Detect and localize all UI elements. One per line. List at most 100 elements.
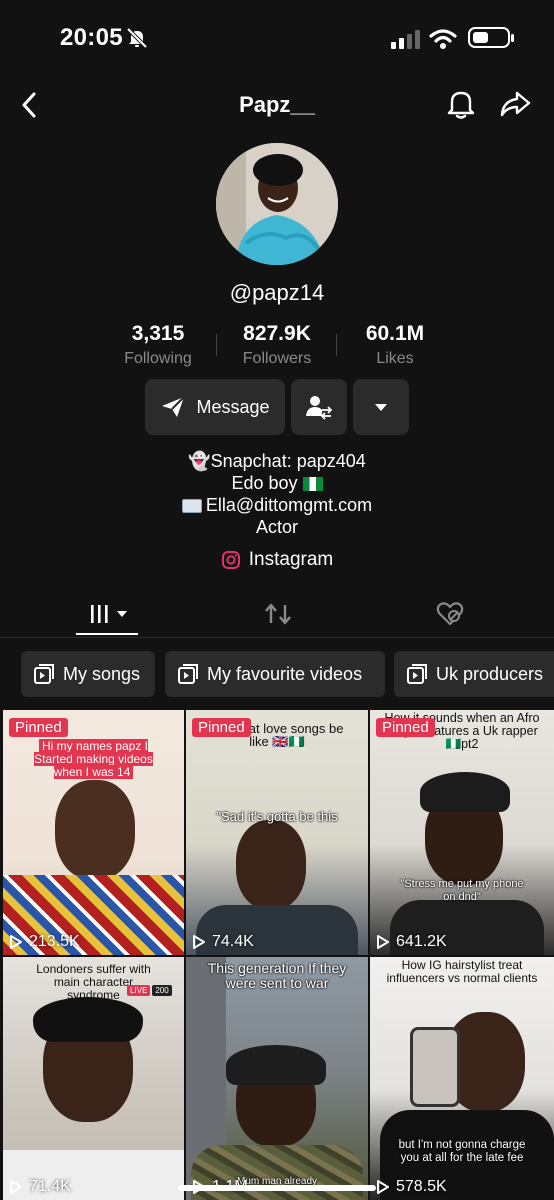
caption-text: Hi my names papz I Started making videos… [34, 739, 153, 779]
likes-label: Likes [376, 350, 414, 367]
hidden-heart-icon [436, 602, 464, 626]
video-subtitle: "Sad it's gotta be this [216, 809, 338, 824]
pinned-badge: Pinned [192, 718, 251, 737]
video-thumbnail[interactable]: This generation If they were sent to war… [186, 957, 368, 1200]
viewer-count-badge: 200 [152, 985, 172, 996]
wifi-icon [429, 29, 457, 49]
video-caption: This generation If they were sent to war [207, 960, 347, 991]
nigeria-flag-icon [302, 477, 323, 492]
view-count: 641.2K [376, 933, 447, 951]
live-badges: LIVE 200 [127, 985, 172, 996]
repost-icon [265, 603, 291, 625]
thumbnail-cap [420, 772, 510, 812]
bio-line-email: Ella@dittomgmt.com [205, 495, 373, 515]
profile-stats: 3,315 Following 827.9K Followers 60.1M L… [0, 322, 554, 372]
video-caption: Hi my names papz I Started making videos… [3, 739, 184, 779]
more-dropdown-button[interactable] [353, 379, 409, 435]
share-icon[interactable] [498, 88, 532, 120]
view-count-text: 641.2K [396, 933, 447, 950]
tab-videos[interactable] [86, 596, 132, 632]
video-thumbnail[interactable]: Afrobeat love songs be like 🇬🇧🇳🇬 "Sad it… [186, 710, 368, 955]
notification-bell-icon[interactable] [446, 88, 476, 120]
message-button[interactable]: Message [145, 379, 285, 435]
view-count: 74.4K [192, 933, 254, 951]
bio-line-snapchat: 👻Snapchat: papz404 [188, 451, 366, 471]
playlist-row: My songs My favourite videos Uk producer… [0, 651, 554, 699]
video-thumbnail[interactable]: How it sounds when an Afro singer featur… [370, 710, 554, 955]
play-icon [377, 1180, 389, 1194]
view-count-text: 74.4K [212, 933, 254, 950]
battery-icon [468, 27, 514, 48]
silent-mode-icon [126, 27, 148, 49]
follow-status-button[interactable] [291, 379, 347, 435]
following-count: 3,315 [131, 322, 185, 345]
cellular-signal-icon [391, 30, 420, 49]
thumbnail-durag [226, 1045, 326, 1085]
caret-down-icon [375, 404, 387, 411]
play-icon [193, 935, 205, 949]
stat-following[interactable]: 3,315 Following [103, 322, 213, 368]
instagram-link[interactable]: Instagram [0, 549, 554, 571]
email-icon [181, 499, 202, 514]
view-count-text: 213.5K [29, 933, 80, 950]
bio-line-role: Actor [255, 517, 298, 537]
followers-label: Followers [242, 350, 312, 367]
playlist-label: My favourite videos [207, 663, 363, 684]
pinned-badge: Pinned [376, 718, 435, 737]
active-tab-indicator [76, 633, 138, 635]
message-button-label: Message [196, 396, 270, 417]
playlist-uk-producers[interactable]: Uk producers [394, 651, 554, 697]
profile-screen: 20:05 Papz__ @papz14 3,315 Following 827… [0, 0, 554, 1200]
instagram-icon [221, 551, 240, 569]
thumbnail-person [55, 780, 135, 880]
video-caption: Londoners suffer with main character syn… [36, 962, 151, 1002]
video-thumbnail[interactable]: How IG hairstylist treat influencers vs … [370, 957, 554, 1200]
video-thumbnail[interactable]: Hi my names papz I Started making videos… [3, 710, 184, 955]
playlist-label: Uk producers [436, 663, 544, 684]
stat-likes[interactable]: 60.1M Likes [340, 322, 450, 368]
following-label: Following [124, 350, 192, 367]
thumbnail-phone [410, 1027, 460, 1107]
content-tabs [0, 588, 554, 638]
playlist-favourite-videos[interactable]: My favourite videos [165, 651, 385, 697]
status-bar: 20:05 [0, 0, 554, 80]
view-count: 71.4K [9, 1178, 71, 1196]
thumbnail-person [236, 820, 306, 910]
stat-followers[interactable]: 827.9K Followers [222, 322, 332, 368]
instagram-link-label: Instagram [248, 549, 334, 570]
video-thumbnail[interactable]: Londoners suffer with main character syn… [3, 957, 184, 1200]
person-swap-icon [306, 396, 333, 420]
video-subtitle: but I'm not gonna charge you at all for … [398, 1139, 526, 1164]
video-grid: Hi my names papz I Started making videos… [0, 710, 554, 1200]
profile-bio: 👻Snapchat: papz404 Edo boy Ella@dittomgm… [0, 450, 554, 538]
video-subtitle: "Stress me put my phone on dnd" [400, 878, 524, 903]
followers-count: 827.9K [243, 322, 311, 345]
stat-divider [216, 334, 217, 356]
playlist-icon [34, 664, 54, 684]
playlist-my-songs[interactable]: My songs [21, 651, 155, 697]
play-icon [10, 935, 22, 949]
tab-reposts[interactable] [258, 596, 298, 632]
pinned-badge: Pinned [9, 718, 68, 737]
video-grid-icon [91, 605, 127, 623]
playlist-icon [407, 664, 427, 684]
view-count-text: 578.5K [396, 1178, 447, 1195]
view-count: 578.5K [376, 1178, 447, 1196]
view-count: 213.5K [9, 933, 80, 951]
stat-divider [336, 334, 337, 356]
play-icon [377, 935, 389, 949]
username-handle: @papz14 [229, 280, 325, 305]
live-badge: LIVE [127, 985, 151, 996]
send-icon [162, 396, 186, 417]
likes-count: 60.1M [365, 322, 425, 345]
play-icon [10, 1180, 22, 1194]
home-indicator[interactable] [178, 1185, 376, 1191]
status-time: 20:05 [60, 24, 123, 51]
playlist-icon [178, 664, 198, 684]
bio-line-origin: Edo boy [231, 473, 298, 493]
tab-liked-private[interactable] [430, 596, 470, 632]
thumbnail-hair [33, 997, 143, 1042]
view-count-text: 71.4K [29, 1178, 71, 1195]
video-caption: How IG hairstylist treat influencers vs … [386, 958, 538, 985]
avatar[interactable] [216, 143, 338, 265]
